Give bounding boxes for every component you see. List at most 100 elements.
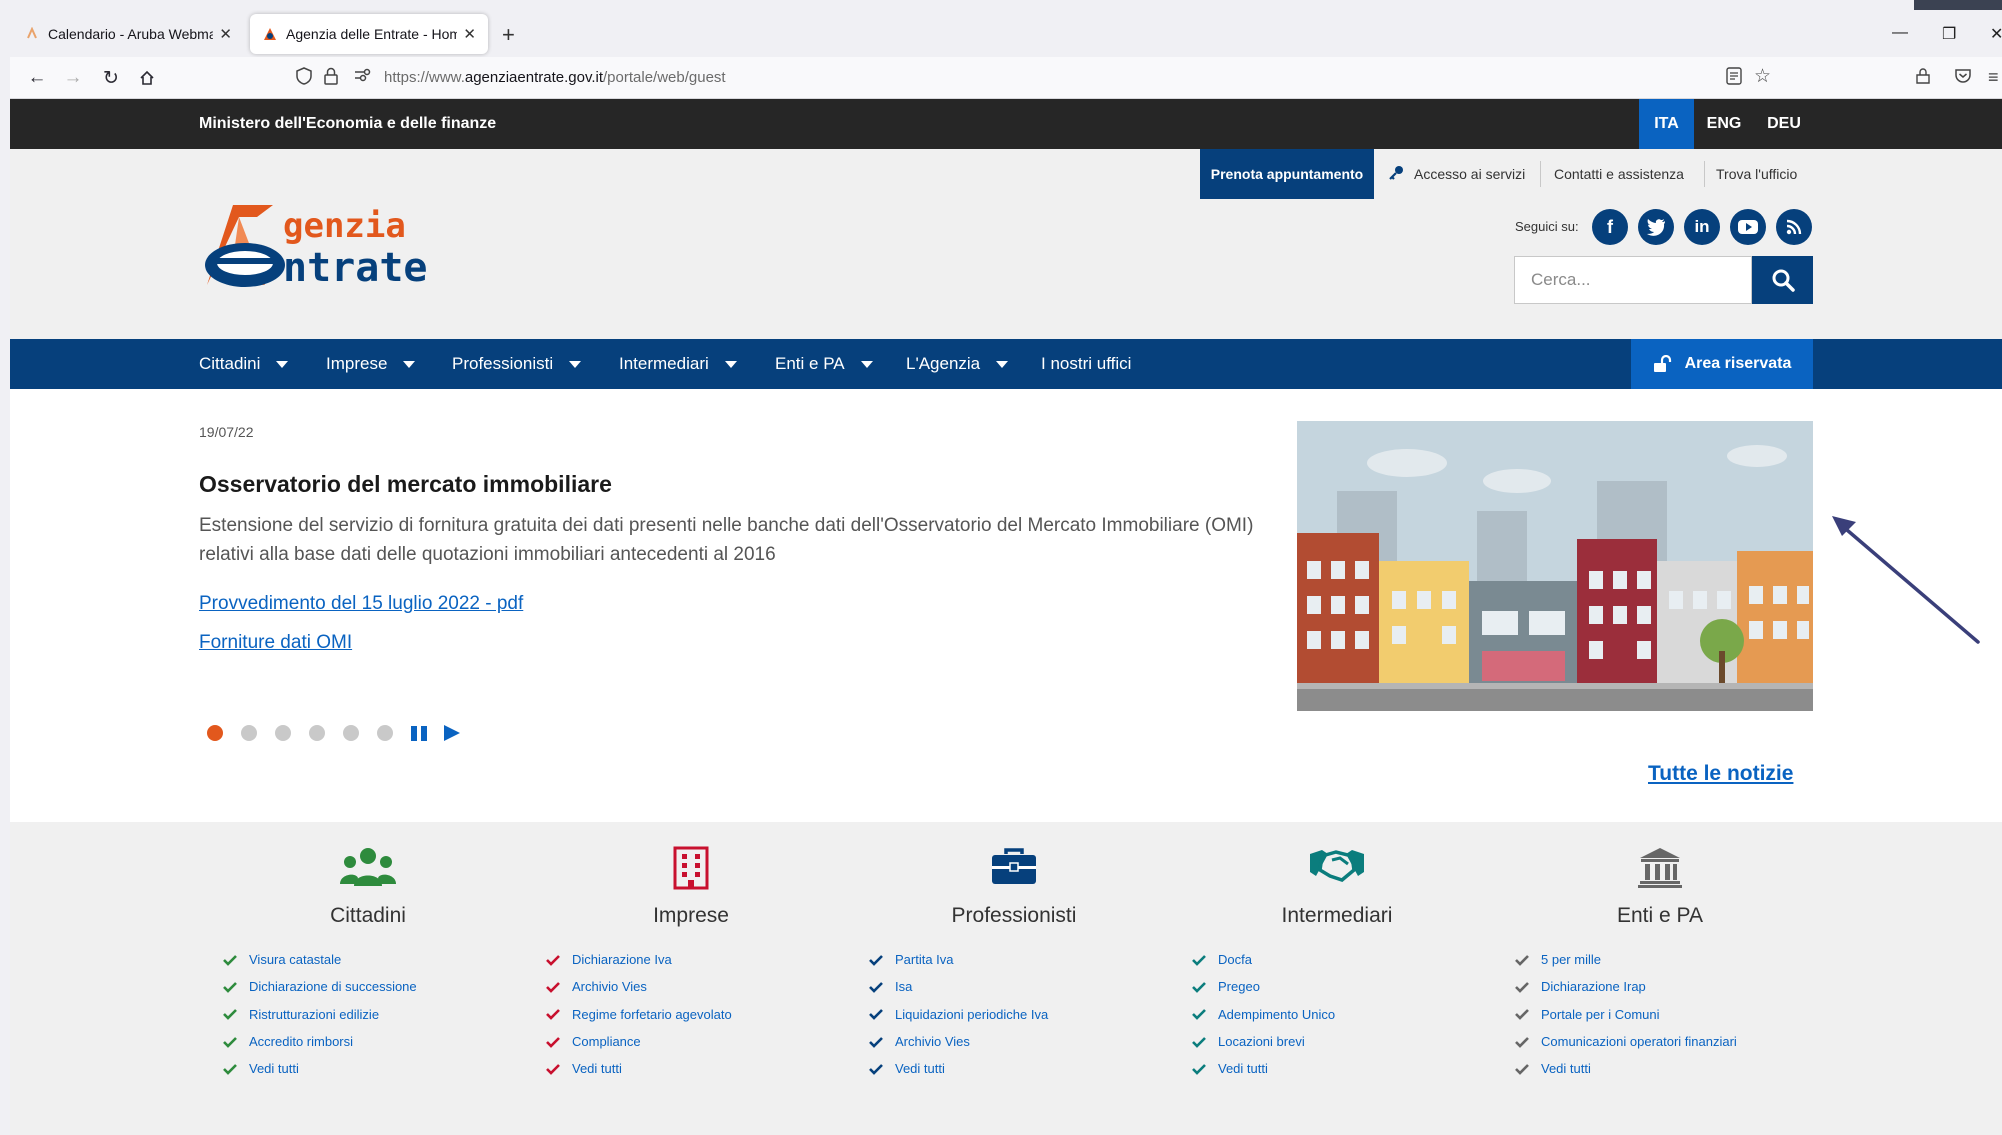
restore-icon[interactable]: ❐ xyxy=(1942,24,1956,44)
list-item[interactable]: Accredito rimborsi xyxy=(223,1028,417,1055)
check-icon xyxy=(546,1009,560,1021)
close-window-icon[interactable]: ✕ xyxy=(1990,24,2002,44)
list-item[interactable]: Partita Iva xyxy=(869,946,1048,973)
back-icon[interactable]: ← xyxy=(24,65,50,91)
shield-icon[interactable] xyxy=(296,67,312,90)
close-tab-icon[interactable]: ✕ xyxy=(219,25,232,43)
institution-icon[interactable] xyxy=(1515,846,1805,894)
slide-dot-4[interactable] xyxy=(309,725,325,741)
extension-icon[interactable] xyxy=(1914,67,1932,90)
list-item[interactable]: Dichiarazione Irap xyxy=(1515,973,1737,1000)
list-item[interactable]: Comunicazioni operatori finanziari xyxy=(1515,1028,1737,1055)
linkedin-icon[interactable]: in xyxy=(1684,209,1720,245)
list-item[interactable]: Vedi tutti xyxy=(1515,1055,1737,1082)
menu-icon[interactable]: ≡ xyxy=(1988,67,1999,88)
pocket-icon[interactable] xyxy=(1954,67,1972,90)
list-item[interactable]: Compliance xyxy=(546,1028,732,1055)
forward-icon[interactable]: → xyxy=(60,65,86,91)
list-item[interactable]: Locazioni brevi xyxy=(1192,1028,1335,1055)
category-title[interactable]: Imprese xyxy=(546,904,836,928)
lock-icon[interactable] xyxy=(324,67,338,90)
forniture-omi-link[interactable]: Forniture dati OMI xyxy=(199,632,352,654)
category-title[interactable]: Professionisti xyxy=(869,904,1159,928)
item-label: Locazioni brevi xyxy=(1218,1034,1305,1050)
search-button[interactable] xyxy=(1752,256,1813,304)
nav-nostri-uffici[interactable]: I nostri uffici xyxy=(1041,339,1131,389)
building-icon[interactable] xyxy=(546,846,836,894)
list-item[interactable]: Dichiarazione Iva xyxy=(546,946,732,973)
list-item[interactable]: Vedi tutti xyxy=(223,1055,417,1082)
search-input[interactable] xyxy=(1514,256,1752,304)
slide-dot-6[interactable] xyxy=(377,725,393,741)
slide-dot-2[interactable] xyxy=(241,725,257,741)
list-item[interactable]: Portale per i Comuni xyxy=(1515,1001,1737,1028)
reload-icon[interactable]: ↻ xyxy=(98,65,124,91)
item-label: Vedi tutti xyxy=(895,1061,945,1077)
accesso-servizi-link[interactable]: Accesso ai servizi xyxy=(1388,149,1525,199)
briefcase-icon[interactable] xyxy=(869,846,1159,894)
list-item[interactable]: Archivio Vies xyxy=(869,1028,1048,1055)
bookmark-star-icon[interactable]: ☆ xyxy=(1754,65,1771,88)
reader-view-icon[interactable] xyxy=(1726,67,1742,90)
people-icon[interactable] xyxy=(223,846,513,894)
list-item[interactable]: Regime forfetario agevolato xyxy=(546,1001,732,1028)
nav-imprese[interactable]: Imprese xyxy=(326,339,416,389)
slide-dot-1[interactable] xyxy=(207,725,223,741)
home-icon[interactable] xyxy=(134,65,160,91)
facebook-icon[interactable]: f xyxy=(1592,209,1628,245)
category-title[interactable]: Enti e PA xyxy=(1515,904,1805,928)
permissions-icon[interactable] xyxy=(354,67,372,88)
list-item[interactable]: Archivio Vies xyxy=(546,973,732,1000)
slide-dot-5[interactable] xyxy=(343,725,359,741)
list-item[interactable]: Vedi tutti xyxy=(546,1055,732,1082)
nav-cittadini[interactable]: Cittadini xyxy=(199,339,289,389)
list-item[interactable]: Adempimento Unico xyxy=(1192,1001,1335,1028)
handshake-icon[interactable] xyxy=(1192,846,1482,894)
slide-dot-3[interactable] xyxy=(275,725,291,741)
list-item[interactable]: Liquidazioni periodiche Iva xyxy=(869,1001,1048,1028)
ministry-name[interactable]: Ministero dell'Economia e delle finanze xyxy=(199,115,496,133)
caret-down-icon xyxy=(276,360,289,368)
list-item[interactable]: Docfa xyxy=(1192,946,1335,973)
news-illustration xyxy=(1297,421,1813,711)
agenzia-entrate-logo[interactable]: genzia ntrate xyxy=(199,199,479,291)
rss-icon[interactable] xyxy=(1776,209,1812,245)
item-label: Isa xyxy=(895,979,913,995)
list-item[interactable]: 5 per mille xyxy=(1515,946,1737,973)
address-bar[interactable]: https://www.agenziaentrate.gov.it/portal… xyxy=(384,69,726,86)
pause-icon[interactable] xyxy=(410,725,428,747)
language-ita[interactable]: ITA xyxy=(1639,99,1694,149)
new-tab-icon[interactable]: + xyxy=(502,22,515,48)
youtube-icon[interactable] xyxy=(1730,209,1766,245)
contatti-assistenza-link[interactable]: Contatti e assistenza xyxy=(1554,149,1684,199)
category-title[interactable]: Intermediari xyxy=(1192,904,1482,928)
item-label: Compliance xyxy=(572,1034,641,1050)
nav-intermediari[interactable]: Intermediari xyxy=(619,339,737,389)
close-tab-icon[interactable]: ✕ xyxy=(463,25,476,43)
twitter-icon[interactable] xyxy=(1638,209,1674,245)
nav-agenzia[interactable]: L'Agenzia xyxy=(906,339,1009,389)
language-deu[interactable]: DEU xyxy=(1754,99,1814,149)
trova-ufficio-link[interactable]: Trova l'ufficio xyxy=(1716,149,1797,199)
list-item[interactable]: Ristrutturazioni edilizie xyxy=(223,1001,417,1028)
list-item[interactable]: Dichiarazione di successione xyxy=(223,973,417,1000)
language-eng[interactable]: ENG xyxy=(1694,99,1754,149)
list-item[interactable]: Visura catastale xyxy=(223,946,417,973)
tab-calendario[interactable]: Calendario - Aruba Webmail ✕ xyxy=(12,14,244,54)
minimize-icon[interactable]: — xyxy=(1892,24,1908,42)
list-item[interactable]: Vedi tutti xyxy=(1192,1055,1335,1082)
website: Ministero dell'Economia e delle finanze … xyxy=(10,99,2002,1135)
provvedimento-link[interactable]: Provvedimento del 15 luglio 2022 - pdf xyxy=(199,593,523,615)
play-icon[interactable] xyxy=(442,724,462,747)
list-item[interactable]: Pregeo xyxy=(1192,973,1335,1000)
area-riservata-button[interactable]: Area riservata xyxy=(1631,339,1813,389)
tutte-le-notizie-link[interactable]: Tutte le notizie xyxy=(1648,762,1793,786)
nav-enti-pa[interactable]: Enti e PA xyxy=(775,339,873,389)
list-item[interactable]: Isa xyxy=(869,973,1048,1000)
item-label: Archivio Vies xyxy=(895,1034,970,1050)
tab-agenzia[interactable]: Agenzia delle Entrate - Home ✕ xyxy=(250,14,488,54)
nav-professionisti[interactable]: Professionisti xyxy=(452,339,582,389)
prenota-appuntamento-button[interactable]: Prenota appuntamento xyxy=(1200,149,1374,199)
category-title[interactable]: Cittadini xyxy=(223,904,513,928)
list-item[interactable]: Vedi tutti xyxy=(869,1055,1048,1082)
